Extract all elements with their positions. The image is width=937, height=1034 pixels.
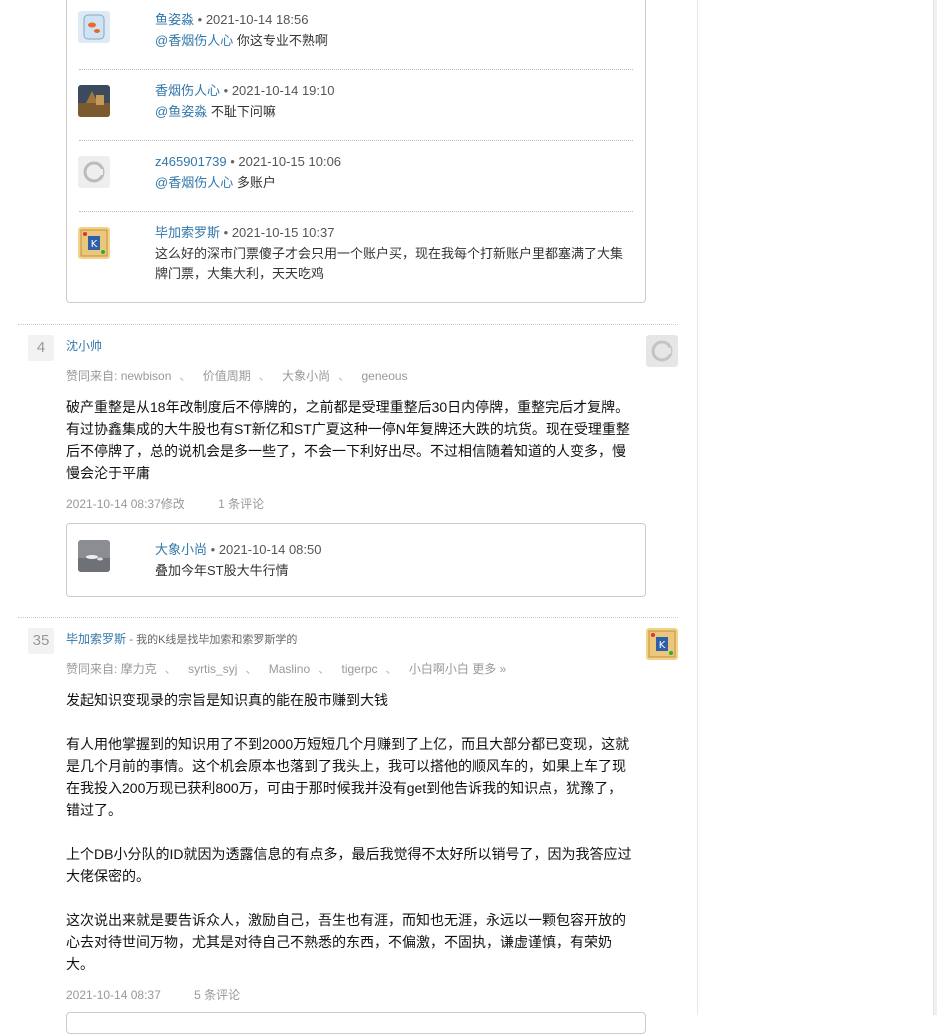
separator-dot: • xyxy=(223,225,229,240)
comment-time: 2021-10-14 08:50 xyxy=(218,542,322,557)
photo-avatar-icon[interactable] xyxy=(78,85,110,117)
comment-text: 多账户 xyxy=(236,175,276,190)
likers-list: 赞同来自: 摩力克、 syrtis_syj、 Maslino、 tigerpc、… xyxy=(66,662,507,676)
sidebar-divider xyxy=(697,0,698,1015)
comment-count-link[interactable]: 1 条评论 xyxy=(218,497,264,511)
vote-count[interactable]: 35 xyxy=(28,628,54,654)
mention-link[interactable]: @香烟伤人心 xyxy=(155,33,233,48)
separator-dot: • xyxy=(210,542,216,557)
comment-text: 你这专业不熟啊 xyxy=(236,33,328,48)
likes-label: 赞同来自: xyxy=(66,369,118,383)
comment-time: 2021-10-15 10:06 xyxy=(238,154,342,169)
answer-body: 破产重整是从18年改制度后不停牌的，之前都是受理重整后30日内停牌，重整完后才复… xyxy=(66,396,632,484)
k-badge-avatar-icon[interactable]: K xyxy=(78,227,110,259)
comment-count-link[interactable]: 5 条评论 xyxy=(194,988,240,1002)
comment-text: 不耻下问嘛 xyxy=(210,104,276,119)
liker-link[interactable]: tigerpc xyxy=(341,662,377,676)
svg-text:K: K xyxy=(659,640,666,651)
mention-link[interactable]: @香烟伤人心 xyxy=(155,175,233,190)
divider xyxy=(79,69,633,70)
liker-link[interactable]: 摩力克 xyxy=(121,662,157,676)
liker-link[interactable]: geneous xyxy=(362,369,408,383)
divider xyxy=(79,140,633,141)
answer-paragraph: 有人用他掌握到的知识用了不到2000万短短几个月赚到了上亿，而且大部分都已变现，… xyxy=(66,736,630,818)
comments-panel: 鱼姿淼 • 2021-10-14 18:56 @香烟伤人心 你这专业不熟啊 香烟… xyxy=(66,0,646,303)
comment-author-link[interactable]: 鱼姿淼 xyxy=(155,12,194,27)
likes-label: 赞同来自: xyxy=(66,662,118,676)
more-likers-link[interactable]: 更多 » xyxy=(472,662,506,676)
divider xyxy=(79,211,633,212)
separator-dot: • xyxy=(230,154,235,169)
comment-text: 叠加今年ST股大牛行情 xyxy=(155,563,289,578)
default-avatar-icon[interactable] xyxy=(646,335,678,367)
answer-divider xyxy=(18,324,678,325)
answer-meta: 2021-10-14 08:37修改 1 条评论 xyxy=(66,495,264,512)
comment-author-link[interactable]: 大象小尚 xyxy=(155,542,207,557)
comment-time: 2021-10-14 18:56 xyxy=(205,12,309,27)
comment-author-link[interactable]: z465901739 xyxy=(155,154,227,169)
answer-date: 2021-10-14 08:37 xyxy=(66,988,161,1002)
vote-count[interactable]: 4 xyxy=(28,335,54,361)
mention-link[interactable]: @鱼姿淼 xyxy=(155,104,207,119)
default-avatar-icon[interactable] xyxy=(78,156,110,188)
liker-link[interactable]: newbison xyxy=(121,369,172,383)
svg-text:K: K xyxy=(91,239,98,250)
separator-dot: • xyxy=(197,12,203,27)
answer-paragraph: 发起知识变现录的宗旨是知识真的能在股市赚到大钱 xyxy=(66,692,388,708)
answer-paragraph: 这次说出来就是要告诉众人，激励自己，吾生也有涯，而知也无涯，永远以一颗包容开放的… xyxy=(66,912,626,972)
likers-list: 赞同来自: newbison、 价值周期、 大象小尚、 geneous xyxy=(66,369,408,383)
comment-text: 这么好的深市门票傻子才会只用一个账户买，现在我每个打新账户里都塞满了大集牌门票，… xyxy=(155,246,624,281)
answer-paragraph: 破产重整是从18年改制度后不停牌的，之前都是受理重整后30日内停牌，重整完后才复… xyxy=(66,399,630,481)
k-badge-avatar-icon[interactable]: K xyxy=(646,628,678,660)
liker-link[interactable]: 大象小尚 xyxy=(282,369,330,383)
answer-paragraph: 上个DB小分队的ID就因为透露信息的有点多，最后我觉得不太好所以销号了，因为我答… xyxy=(66,846,632,884)
answer-date: 2021-10-14 08:37修改 xyxy=(66,497,185,511)
liker-link[interactable]: Maslino xyxy=(269,662,310,676)
liker-link[interactable]: 小白啊小白 xyxy=(409,662,469,676)
liker-link[interactable]: syrtis_syj xyxy=(188,662,237,676)
answer-divider xyxy=(18,617,678,618)
answer-author-link[interactable]: 沈小帅 xyxy=(66,339,102,353)
comments-panel xyxy=(66,1012,646,1034)
comment-time: 2021-10-15 10:37 xyxy=(231,225,335,240)
scrollbar-track[interactable] xyxy=(933,0,937,1015)
author-signature: 我的K线是找毕加索和索罗斯学的 xyxy=(136,634,298,646)
answer-body: 发起知识变现录的宗旨是知识真的能在股市赚到大钱 有人用他掌握到的知识用了不到20… xyxy=(66,689,632,975)
comments-panel: 大象小尚 • 2021-10-14 08:50 叠加今年ST股大牛行情 xyxy=(66,523,646,597)
answer-author-link[interactable]: 毕加索罗斯 xyxy=(66,632,126,646)
answer-meta: 2021-10-14 08:37 5 条评论 xyxy=(66,986,240,1003)
fishbowl-avatar-icon[interactable] xyxy=(78,11,110,43)
comment-time: 2021-10-14 19:10 xyxy=(231,83,335,98)
comment-author-link[interactable]: 香烟伤人心 xyxy=(155,83,220,98)
comment-author-link[interactable]: 毕加索罗斯 xyxy=(155,225,220,240)
liker-link[interactable]: 价值周期 xyxy=(203,369,251,383)
separator-dot: • xyxy=(223,83,229,98)
grey-photo-avatar-icon[interactable] xyxy=(78,540,110,572)
